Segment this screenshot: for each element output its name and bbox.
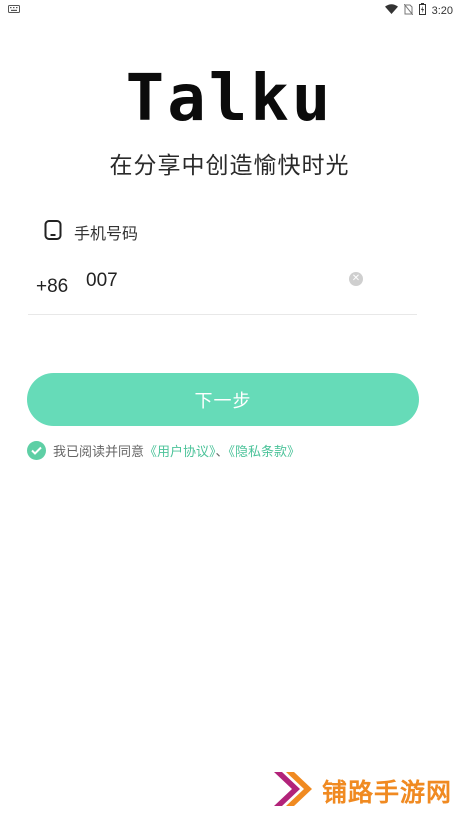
agreement-row: 我已阅读并同意《用户协议》、《隐私条款》	[27, 441, 300, 460]
phone-icon	[44, 220, 62, 244]
agreement-prefix: 我已阅读并同意	[53, 445, 145, 460]
user-agreement-link[interactable]: 《用户协议》	[144, 445, 216, 460]
phone-input[interactable]	[86, 266, 341, 296]
agree-checkbox[interactable]	[27, 441, 46, 460]
clear-input-icon[interactable]: ✕	[349, 272, 363, 286]
battery-icon	[418, 3, 426, 18]
keyboard-icon	[8, 4, 20, 16]
agreement-text: 我已阅读并同意《用户协议》、《隐私条款》	[53, 441, 300, 460]
status-time: 3:20	[431, 4, 453, 17]
status-bar: 3:20	[0, 0, 459, 20]
sim-off-icon	[403, 3, 413, 18]
next-button[interactable]: 下一步	[27, 373, 419, 426]
watermark: 铺路手游网	[270, 768, 452, 814]
phone-label: 手机号码	[74, 224, 139, 243]
app-logo: Talku	[125, 62, 334, 136]
watermark-logo-icon	[270, 768, 316, 814]
phone-label-row: 手机号码	[44, 220, 138, 244]
wifi-icon	[384, 4, 398, 17]
app-slogan: 在分享中创造愉快时光	[109, 153, 350, 179]
privacy-policy-link[interactable]: 《隐私条款》	[229, 445, 301, 460]
input-divider	[28, 314, 417, 315]
agreement-separator: 、	[215, 445, 229, 460]
watermark-text: 铺路手游网	[322, 778, 453, 807]
country-code[interactable]: +86	[36, 276, 68, 298]
